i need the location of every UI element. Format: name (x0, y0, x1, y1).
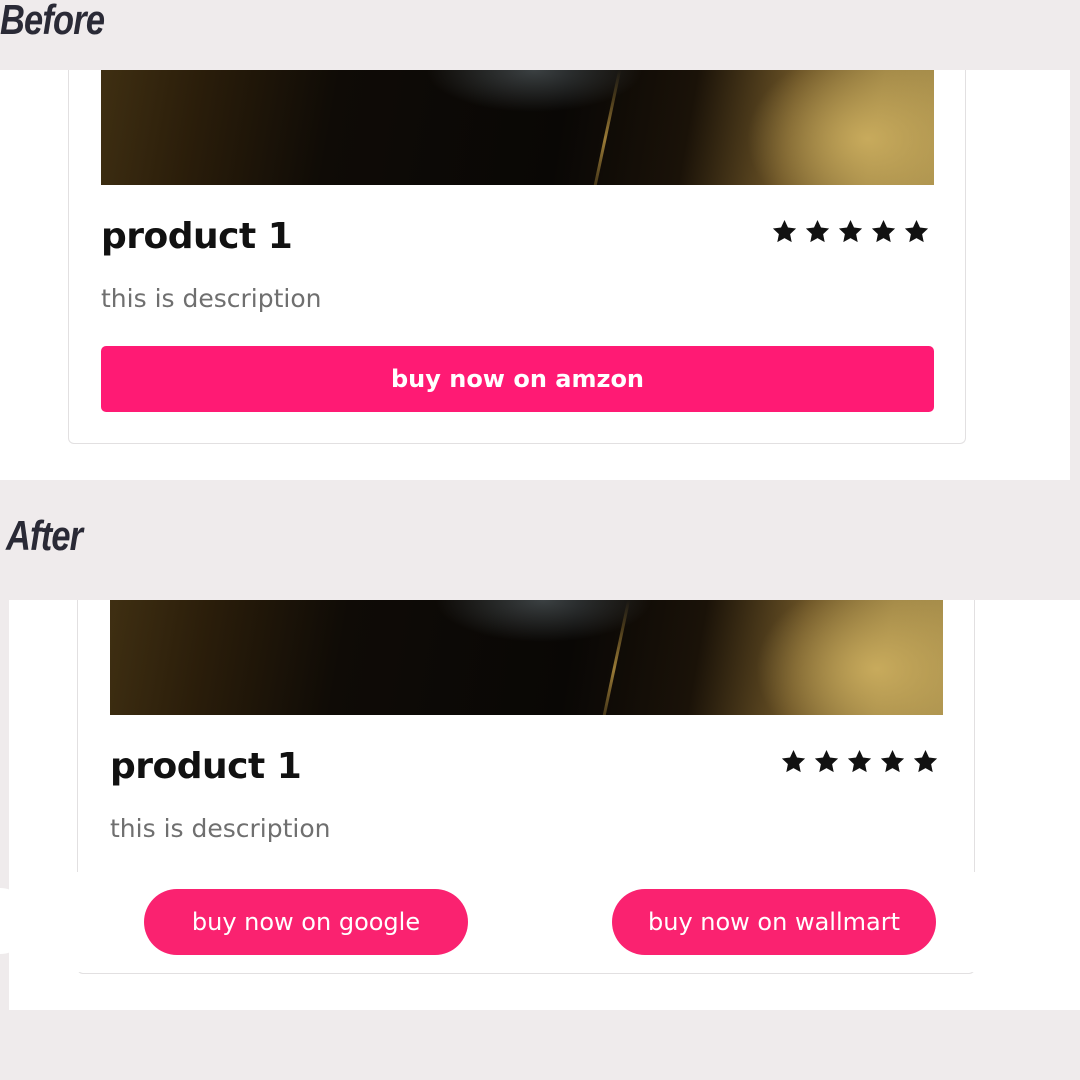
star-icon (780, 748, 807, 775)
buy-walmart-button[interactable]: buy now on wallmart (612, 889, 936, 955)
star-icon (846, 748, 873, 775)
product-image (110, 600, 943, 715)
star-icon (813, 748, 840, 775)
star-icon (912, 748, 939, 775)
product-title: product 1 (110, 746, 302, 787)
buy-google-button[interactable]: buy now on google (144, 889, 468, 955)
star-icon (903, 218, 930, 245)
product-description: this is description (101, 284, 322, 313)
star-icon (870, 218, 897, 245)
before-label: Before (0, 0, 105, 43)
product-card: product 1 this is description buy now on… (68, 70, 966, 444)
star-icon (879, 748, 906, 775)
product-image (101, 70, 934, 185)
star-icon (837, 218, 864, 245)
rating-stars (771, 218, 930, 245)
star-icon (771, 218, 798, 245)
buy-amazon-button[interactable]: buy now on amzon (101, 346, 934, 412)
star-icon (804, 218, 831, 245)
rating-stars (780, 748, 939, 775)
product-description: this is description (110, 814, 331, 843)
product-title: product 1 (101, 216, 293, 257)
after-label: After (6, 512, 83, 559)
before-panel: product 1 this is description buy now on… (0, 70, 1070, 480)
